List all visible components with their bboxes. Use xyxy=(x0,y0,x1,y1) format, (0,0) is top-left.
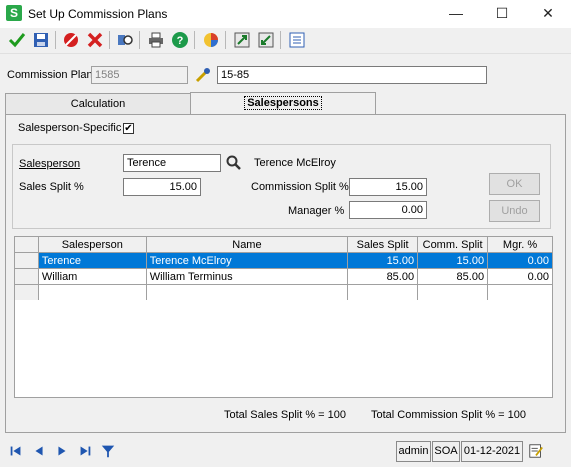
print-icon[interactable] xyxy=(146,30,166,50)
cell-sales-split[interactable]: 15.00 xyxy=(347,252,419,269)
status-user: admin xyxy=(396,441,431,462)
col-name[interactable]: Name xyxy=(145,236,349,253)
maximize-button[interactable]: ☐ xyxy=(479,0,525,28)
table-row-empty[interactable] xyxy=(14,284,553,301)
close-button[interactable]: ✕ xyxy=(525,0,571,28)
minimize-button[interactable]: — xyxy=(433,0,479,28)
plan-id-field: 1585 xyxy=(91,66,188,84)
salesperson-specific-checkbox[interactable]: ✔ xyxy=(123,123,134,134)
next-icon[interactable] xyxy=(53,442,71,460)
prev-icon[interactable] xyxy=(30,442,48,460)
cell-name[interactable]: Terence McElroy xyxy=(145,252,349,269)
salesperson-fullname: Terence McElroy xyxy=(254,157,336,169)
sales-split-label: Sales Split % xyxy=(19,181,84,193)
cell-empty[interactable] xyxy=(417,284,489,301)
cell-empty[interactable] xyxy=(145,284,349,301)
row-header xyxy=(14,268,39,285)
tab-salespersons[interactable]: Salespersons xyxy=(190,92,376,116)
cell-mgr[interactable]: 0.00 xyxy=(487,252,553,269)
lookup-icon[interactable] xyxy=(193,65,213,85)
cell-salesperson[interactable]: Terence xyxy=(37,252,147,269)
find-icon[interactable] xyxy=(115,30,135,50)
grid-empty-area xyxy=(14,300,553,398)
search-icon[interactable] xyxy=(224,153,244,173)
cell-name[interactable]: William Terminus xyxy=(145,268,349,285)
manager-label: Manager % xyxy=(288,205,345,217)
save-icon[interactable] xyxy=(31,30,51,50)
salesperson-label: Salesperson xyxy=(19,158,81,170)
sales-split-input[interactable]: 15.00 xyxy=(123,178,201,196)
import-icon[interactable] xyxy=(256,30,276,50)
status-company: SOA xyxy=(432,441,460,462)
note-icon[interactable] xyxy=(527,442,545,460)
commission-split-label: Commission Split % xyxy=(251,181,349,193)
grid-corner xyxy=(14,236,39,253)
color-icon[interactable] xyxy=(201,30,221,50)
cell-empty[interactable] xyxy=(347,284,419,301)
table-row[interactable]: Terence Terence McElroy 15.00 15.00 0.00 xyxy=(14,252,553,269)
delete-icon[interactable] xyxy=(85,30,105,50)
export-icon[interactable] xyxy=(232,30,252,50)
cell-comm-split[interactable]: 85.00 xyxy=(417,268,489,285)
undo-button[interactable]: Undo xyxy=(489,200,540,222)
table-row[interactable]: William William Terminus 85.00 85.00 0.0… xyxy=(14,268,553,285)
tab-salespersons-label: Salespersons xyxy=(244,96,322,110)
col-mgr[interactable]: Mgr. % xyxy=(487,236,553,253)
filter-icon[interactable] xyxy=(99,442,117,460)
col-sales-split[interactable]: Sales Split xyxy=(347,236,419,253)
list-icon[interactable] xyxy=(287,30,307,50)
window-title: Set Up Commission Plans xyxy=(28,7,168,21)
first-icon[interactable] xyxy=(7,442,25,460)
last-icon[interactable] xyxy=(76,442,94,460)
salesperson-grid: Salesperson Name Sales Split Comm. Split… xyxy=(14,236,553,301)
total-commission-split: Total Commission Split % = 100 xyxy=(371,409,526,421)
salesperson-specific-label: Salesperson-Specific xyxy=(18,122,122,134)
help-icon[interactable]: ? xyxy=(170,30,190,50)
plan-name-field[interactable]: 15-85 xyxy=(217,66,487,84)
svg-text:?: ? xyxy=(177,35,184,47)
salesperson-input[interactable]: Terence xyxy=(123,154,221,172)
ok-button[interactable]: OK xyxy=(489,173,540,195)
status-date: 01-12-2021 xyxy=(461,441,523,462)
commission-split-input[interactable]: 15.00 xyxy=(349,178,427,196)
tab-calculation[interactable]: Calculation xyxy=(5,93,191,115)
cancel-icon[interactable] xyxy=(61,30,81,50)
cell-empty[interactable] xyxy=(487,284,553,301)
app-icon: S xyxy=(6,5,22,21)
manager-input[interactable]: 0.00 xyxy=(349,201,427,219)
cell-sales-split[interactable]: 85.00 xyxy=(347,268,419,285)
check-icon[interactable] xyxy=(7,30,27,50)
cell-mgr[interactable]: 0.00 xyxy=(487,268,553,285)
cell-empty[interactable] xyxy=(37,284,147,301)
cell-salesperson[interactable]: William xyxy=(37,268,147,285)
commission-plan-label: Commission Plan xyxy=(7,69,93,81)
col-salesperson[interactable]: Salesperson xyxy=(37,236,147,253)
col-comm-split[interactable]: Comm. Split xyxy=(417,236,489,253)
row-header xyxy=(14,284,39,301)
cell-comm-split[interactable]: 15.00 xyxy=(417,252,489,269)
row-header xyxy=(14,252,39,269)
total-sales-split: Total Sales Split % = 100 xyxy=(224,409,346,421)
